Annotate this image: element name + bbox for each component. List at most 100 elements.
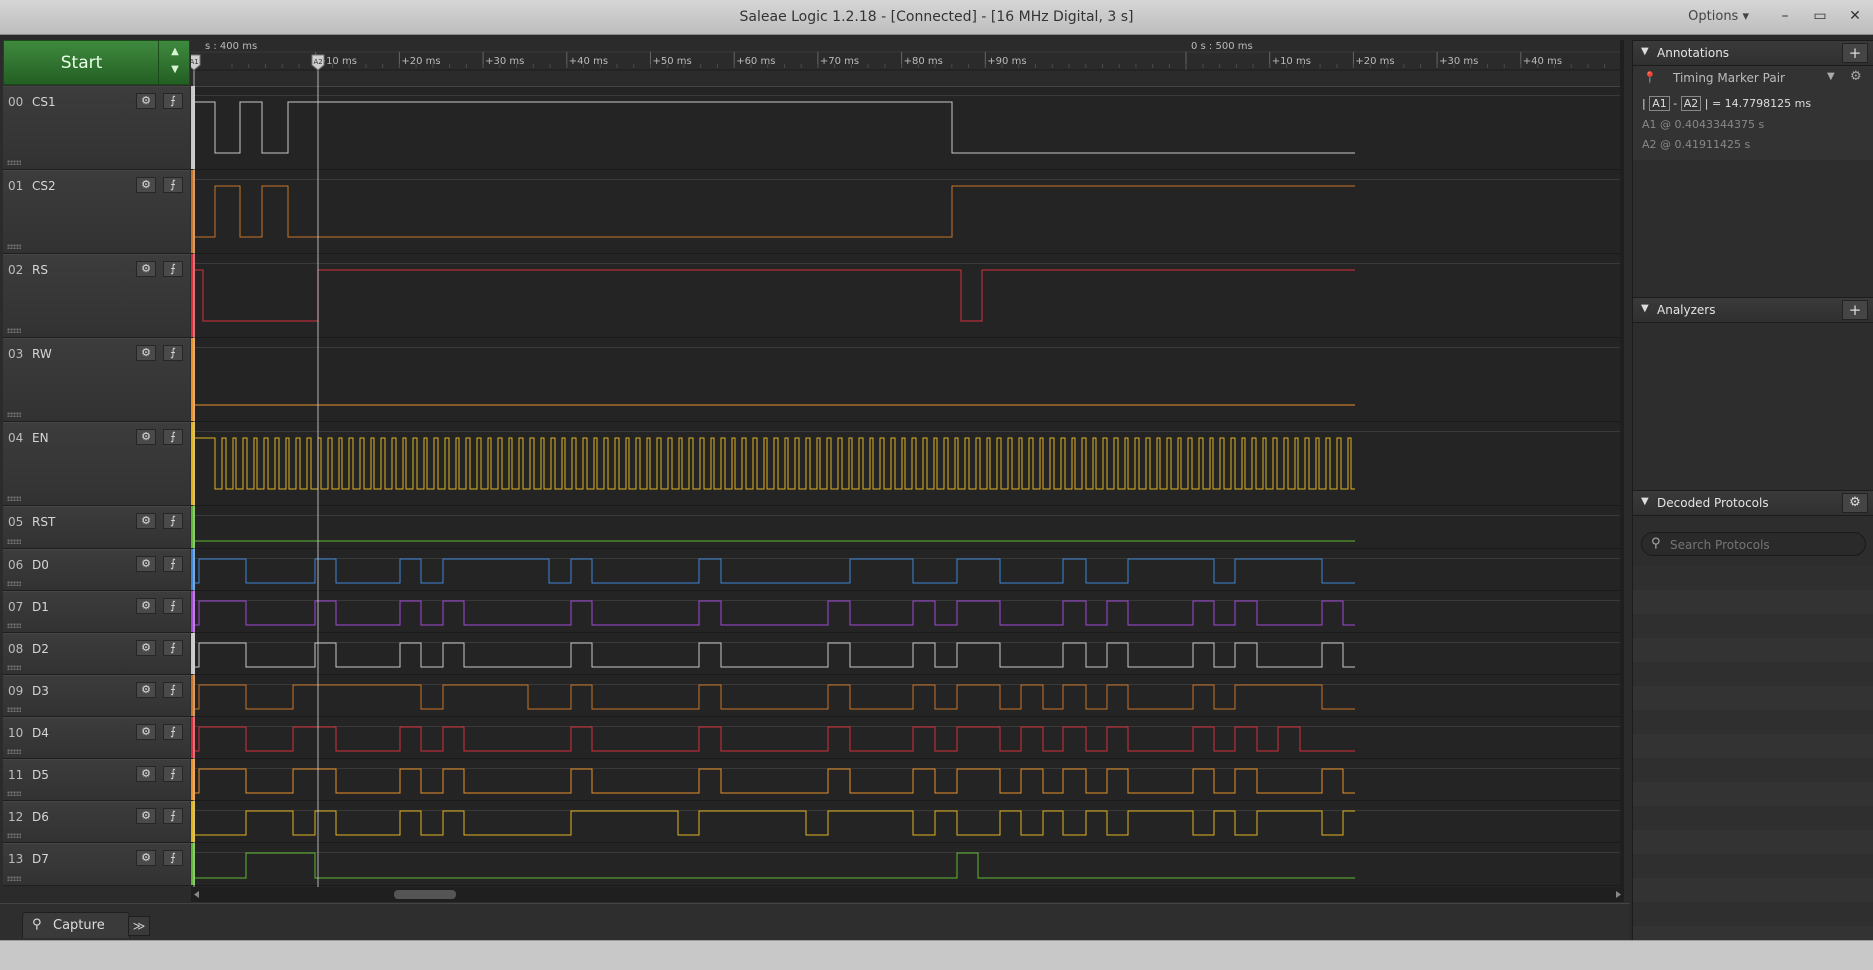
more-tabs-button[interactable]: ≫ [128,916,150,936]
search-protocols-input[interactable] [1668,535,1862,555]
drag-handle-icon[interactable] [7,876,21,881]
scroll-left-icon[interactable] [194,891,199,898]
gear-icon[interactable]: ⚙ [136,556,156,572]
channel-row[interactable]: 10 D4 ⚙ ⨍ [3,717,195,759]
decoded-protocols-header[interactable]: ▼ Decoded Protocols ⚙ [1633,490,1873,516]
trigger-icon[interactable]: ⨍ [163,850,183,866]
channel-row[interactable]: 08 D2 ⚙ ⨍ [3,633,195,675]
channel-row[interactable]: 03 RW ⚙ ⨍ [3,338,195,422]
channel-row[interactable]: 09 D3 ⚙ ⨍ [3,675,195,717]
scroll-right-icon[interactable] [1616,891,1621,898]
gear-icon[interactable]: ⚙ [136,808,156,824]
channel-row[interactable]: 04 EN ⚙ ⨍ [3,422,195,506]
channel-name[interactable]: D3 [32,684,49,698]
options-menu[interactable]: Options ▾ [1688,9,1749,24]
trigger-icon[interactable]: ⨍ [163,345,183,361]
horizontal-scrollbar[interactable] [191,887,1624,902]
drag-handle-icon[interactable] [7,244,21,249]
channel-row[interactable]: 01 CS2 ⚙ ⨍ [3,170,195,254]
trigger-icon[interactable]: ⨍ [163,766,183,782]
capture-tab[interactable]: ⚲ Capture [22,912,130,938]
maximize-button[interactable]: ▭ [1806,4,1834,28]
trigger-icon[interactable]: ⨍ [163,261,183,277]
arrow-down-icon[interactable]: ▼ [159,64,191,75]
trigger-icon[interactable]: ⨍ [163,177,183,193]
add-analyzer-button[interactable]: + [1842,300,1868,320]
analyzers-header[interactable]: ▼ Analyzers + [1633,297,1873,323]
drag-handle-icon[interactable] [7,539,21,544]
add-annotation-button[interactable]: + [1842,43,1868,63]
gear-icon[interactable]: ⚙ [136,640,156,656]
drag-handle-icon[interactable] [7,791,21,796]
waveform-canvas[interactable]: s : 400 ms 0 s : 500 ms +10 ms +20 ms +30 ms… [191,40,1624,902]
trigger-icon[interactable]: ⨍ [163,682,183,698]
channel-row[interactable]: 00 CS1 ⚙ ⨍ [3,86,195,170]
channel-name[interactable]: RS [32,263,48,277]
gear-icon[interactable]: ⚙ [1842,493,1868,513]
channel-row[interactable]: 12 D6 ⚙ ⨍ [3,801,195,843]
waveform-area[interactable]: s : 400 ms 0 s : 500 ms +10 ms +20 ms +30 ms… [191,40,1624,902]
channel-name[interactable]: RST [32,515,55,529]
drag-handle-icon[interactable] [7,160,21,165]
channel-name[interactable]: D4 [32,726,49,740]
arrow-up-icon[interactable]: ▲ [159,46,191,57]
minimize-button[interactable]: – [1771,4,1799,28]
gear-icon[interactable]: ⚙ [136,261,156,277]
channel-name[interactable]: RW [32,347,52,361]
gear-icon[interactable]: ⚙ [136,429,156,445]
search-protocols-box[interactable]: ⚲ [1641,532,1866,556]
channel-name[interactable]: CS2 [32,179,56,193]
gear-icon[interactable]: ⚙ [136,850,156,866]
drag-handle-icon[interactable] [7,496,21,501]
drag-handle-icon[interactable] [7,581,21,586]
drag-handle-icon[interactable] [7,412,21,417]
timing-marker-pair-row[interactable]: 📍 Timing Marker Pair ▼ ⚙ [1633,66,1873,91]
gear-icon[interactable]: ⚙ [136,766,156,782]
channel-row[interactable]: 11 D5 ⚙ ⨍ [3,759,195,801]
trigger-icon[interactable]: ⨍ [163,93,183,109]
dropdown-arrow-icon[interactable]: ▼ [1827,71,1835,82]
collapse-triangle-icon[interactable]: ▼ [1641,303,1649,314]
channel-name[interactable]: D2 [32,642,49,656]
channel-name[interactable]: EN [32,431,49,445]
gear-icon[interactable]: ⚙ [136,345,156,361]
trigger-icon[interactable]: ⨍ [163,808,183,824]
collapse-triangle-icon[interactable]: ▼ [1641,46,1649,57]
channel-name[interactable]: D7 [32,852,49,866]
channel-row[interactable]: 07 D1 ⚙ ⨍ [3,591,195,633]
pin-icon[interactable]: 📍 [1643,71,1657,84]
trigger-icon[interactable]: ⨍ [163,513,183,529]
channel-name[interactable]: D0 [32,558,49,572]
capture-settings-arrows[interactable]: ▲ ▼ [158,40,191,85]
channel-name[interactable]: D5 [32,768,49,782]
drag-handle-icon[interactable] [7,665,21,670]
channel-row[interactable]: 05 RST ⚙ ⨍ [3,506,195,549]
gear-icon[interactable]: ⚙ [136,93,156,109]
gear-icon[interactable]: ⚙ [1850,69,1862,84]
gear-icon[interactable]: ⚙ [136,513,156,529]
annotations-header[interactable]: ▼ Annotations + [1633,40,1873,66]
scroll-thumb[interactable] [394,890,456,899]
trigger-icon[interactable]: ⨍ [163,640,183,656]
gear-icon[interactable]: ⚙ [136,724,156,740]
gear-icon[interactable]: ⚙ [136,177,156,193]
drag-handle-icon[interactable] [7,328,21,333]
drag-handle-icon[interactable] [7,749,21,754]
gear-icon[interactable]: ⚙ [136,598,156,614]
trigger-icon[interactable]: ⨍ [163,556,183,572]
drag-handle-icon[interactable] [7,623,21,628]
trigger-icon[interactable]: ⨍ [163,724,183,740]
channel-name[interactable]: D1 [32,600,49,614]
channel-row[interactable]: 06 D0 ⚙ ⨍ [3,549,195,591]
channel-name[interactable]: CS1 [32,95,56,109]
channel-name[interactable]: D6 [32,810,49,824]
drag-handle-icon[interactable] [7,833,21,838]
close-button[interactable]: ✕ [1841,4,1869,28]
collapse-triangle-icon[interactable]: ▼ [1641,496,1649,507]
channel-row[interactable]: 02 RS ⚙ ⨍ [3,254,195,338]
trigger-icon[interactable]: ⨍ [163,429,183,445]
trigger-icon[interactable]: ⨍ [163,598,183,614]
channel-row[interactable]: 13 D7 ⚙ ⨍ [3,843,195,886]
gear-icon[interactable]: ⚙ [136,682,156,698]
drag-handle-icon[interactable] [7,707,21,712]
